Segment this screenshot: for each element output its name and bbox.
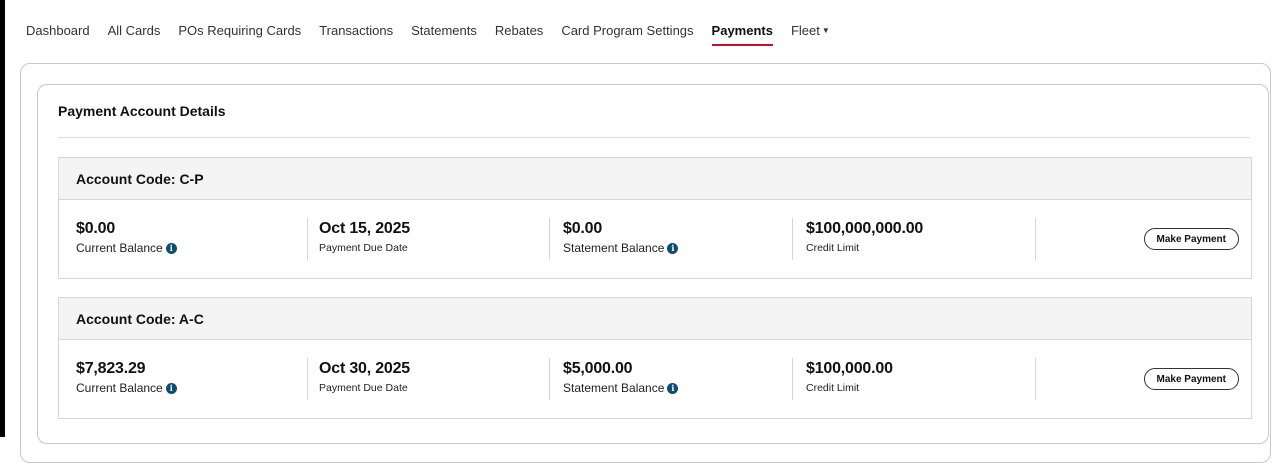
info-icon[interactable]: i — [667, 382, 679, 394]
column-divider — [1035, 358, 1036, 400]
current-balance-label: Current Balance — [76, 241, 163, 255]
current-balance-label: Current Balance — [76, 381, 163, 395]
nav-fleet-label: Fleet — [790, 22, 820, 38]
statement-balance-label-row: Statement Balance i — [563, 241, 679, 255]
column-divider — [792, 358, 793, 400]
column-divider — [307, 358, 308, 400]
statement-balance: $0.00 Statement Balance i — [563, 220, 679, 255]
statement-balance-label: Statement Balance — [563, 241, 665, 255]
statement-balance-label-row: Statement Balance i — [563, 381, 679, 395]
top-nav: Dashboard All Cards POs Requiring Cards … — [5, 0, 1286, 60]
current-balance-value: $7,823.29 — [76, 360, 146, 377]
credit-limit: $100,000.00 Credit Limit — [806, 360, 893, 394]
credit-limit-value: $100,000.00 — [806, 360, 893, 377]
current-balance: $7,823.29 Current Balance i — [76, 360, 177, 395]
info-icon[interactable]: i — [165, 242, 177, 254]
statement-balance: $5,000.00 Statement Balance i — [563, 360, 679, 395]
account-panel: Account Code: A-C $7,823.29 Current Bala… — [58, 297, 1252, 419]
window-edge — [0, 0, 5, 437]
current-balance-label-row: Current Balance i — [76, 241, 177, 255]
nav-rebates[interactable]: Rebates — [495, 15, 543, 46]
column-divider — [549, 358, 550, 400]
make-payment-button[interactable]: Make Payment — [1143, 228, 1239, 250]
payment-due-date-label: Payment Due Date — [319, 242, 408, 254]
nav-payments[interactable]: Payments — [711, 15, 774, 46]
account-header: Account Code: C-P — [59, 158, 1251, 200]
credit-limit-value: $100,000,000.00 — [806, 220, 924, 237]
payment-due-date-label: Payment Due Date — [319, 382, 408, 394]
current-balance: $0.00 Current Balance i — [76, 220, 177, 255]
account-body: $0.00 Current Balance i Oct 15, 2025 Pay… — [59, 200, 1251, 278]
nav-dashboard[interactable]: Dashboard — [26, 15, 90, 46]
credit-limit-label: Credit Limit — [806, 382, 860, 394]
column-divider — [792, 218, 793, 260]
payment-due-date: Oct 30, 2025 Payment Due Date — [319, 360, 410, 394]
current-balance-value: $0.00 — [76, 220, 116, 237]
info-icon[interactable]: i — [165, 382, 177, 394]
info-icon[interactable]: i — [667, 242, 679, 254]
statement-balance-value: $0.00 — [563, 220, 603, 237]
credit-limit-label: Credit Limit — [806, 242, 860, 254]
column-divider — [307, 218, 308, 260]
nav-fleet-dropdown[interactable]: Fleet ▼ — [791, 15, 830, 46]
account-body: $7,823.29 Current Balance i Oct 30, 2025… — [59, 340, 1251, 418]
account-panel: Account Code: C-P $0.00 Current Balance … — [58, 157, 1252, 279]
nav-transactions[interactable]: Transactions — [319, 15, 393, 46]
make-payment-button[interactable]: Make Payment — [1143, 368, 1239, 390]
title-divider — [58, 137, 1250, 138]
current-balance-label-row: Current Balance i — [76, 381, 177, 395]
column-divider — [1035, 218, 1036, 260]
account-header: Account Code: A-C — [59, 298, 1251, 340]
statement-balance-value: $5,000.00 — [563, 360, 633, 377]
payment-account-details-card: Payment Account Details Account Code: C-… — [37, 84, 1269, 444]
caret-down-icon: ▼ — [821, 25, 830, 35]
nav-statements[interactable]: Statements — [411, 15, 477, 46]
nav-all-cards[interactable]: All Cards — [108, 15, 161, 46]
nav-card-program-settings[interactable]: Card Program Settings — [561, 15, 693, 46]
credit-limit: $100,000,000.00 Credit Limit — [806, 220, 923, 254]
nav-pos-requiring-cards[interactable]: POs Requiring Cards — [178, 15, 301, 46]
payment-due-date-value: Oct 15, 2025 — [319, 220, 410, 237]
payment-due-date: Oct 15, 2025 Payment Due Date — [319, 220, 410, 254]
payment-due-date-value: Oct 30, 2025 — [319, 360, 410, 377]
statement-balance-label: Statement Balance — [563, 381, 665, 395]
column-divider — [549, 218, 550, 260]
card-title: Payment Account Details — [58, 103, 226, 119]
